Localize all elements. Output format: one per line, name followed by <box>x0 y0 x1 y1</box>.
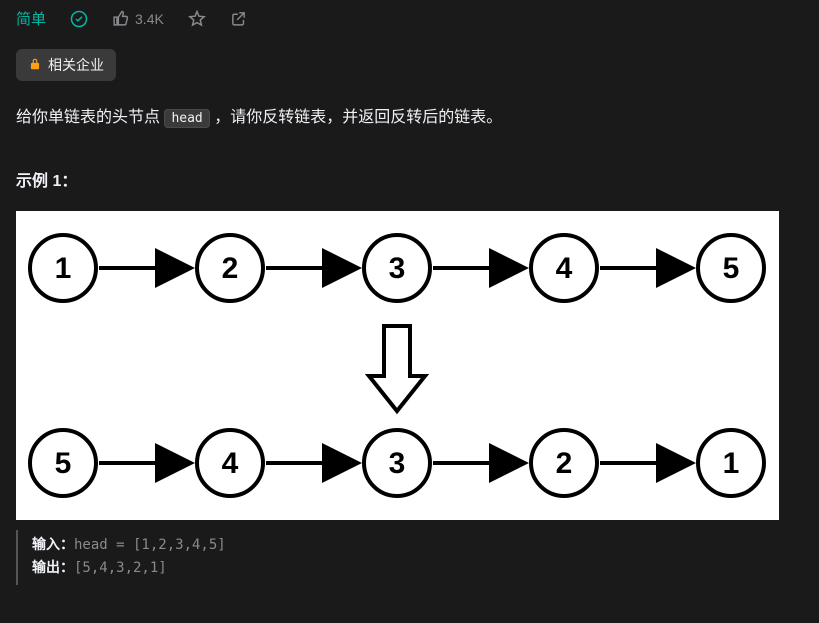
problem-header: 简单 3.4K <box>16 8 803 29</box>
svg-text:4: 4 <box>222 447 239 480</box>
svg-text:5: 5 <box>723 252 740 285</box>
output-line: 输出：[5,4,3,2,1] <box>32 557 803 581</box>
favorite-button[interactable] <box>188 10 206 28</box>
example-io: 输入：head = [1,2,3,4,5] 输出：[5,4,3,2,1] <box>16 530 803 586</box>
code-head: head <box>164 109 209 128</box>
like-button[interactable]: 3.4K <box>112 10 164 27</box>
difficulty-label: 简单 <box>16 8 46 29</box>
example-diagram: 1 2 3 4 5 5 4 3 2 1 <box>16 211 779 520</box>
companies-button[interactable]: 相关企业 <box>16 49 116 81</box>
solved-check-icon <box>70 10 88 28</box>
problem-description: 给你单链表的头节点 head ，请你反转链表，并返回反转后的链表。 <box>16 105 803 131</box>
svg-text:1: 1 <box>55 252 72 285</box>
svg-text:5: 5 <box>55 447 72 480</box>
share-button[interactable] <box>230 10 247 27</box>
svg-text:1: 1 <box>723 447 740 480</box>
like-count: 3.4K <box>135 11 164 27</box>
star-icon <box>188 10 206 28</box>
svg-text:3: 3 <box>389 252 406 285</box>
svg-text:2: 2 <box>556 447 573 480</box>
thumbs-up-icon <box>112 10 129 27</box>
companies-label: 相关企业 <box>48 55 104 75</box>
lock-icon <box>28 57 42 74</box>
svg-text:3: 3 <box>389 447 406 480</box>
input-line: 输入：head = [1,2,3,4,5] <box>32 534 803 558</box>
svg-text:4: 4 <box>556 252 573 285</box>
svg-text:2: 2 <box>222 252 239 285</box>
share-icon <box>230 10 247 27</box>
example-title: 示例 1： <box>16 167 803 191</box>
